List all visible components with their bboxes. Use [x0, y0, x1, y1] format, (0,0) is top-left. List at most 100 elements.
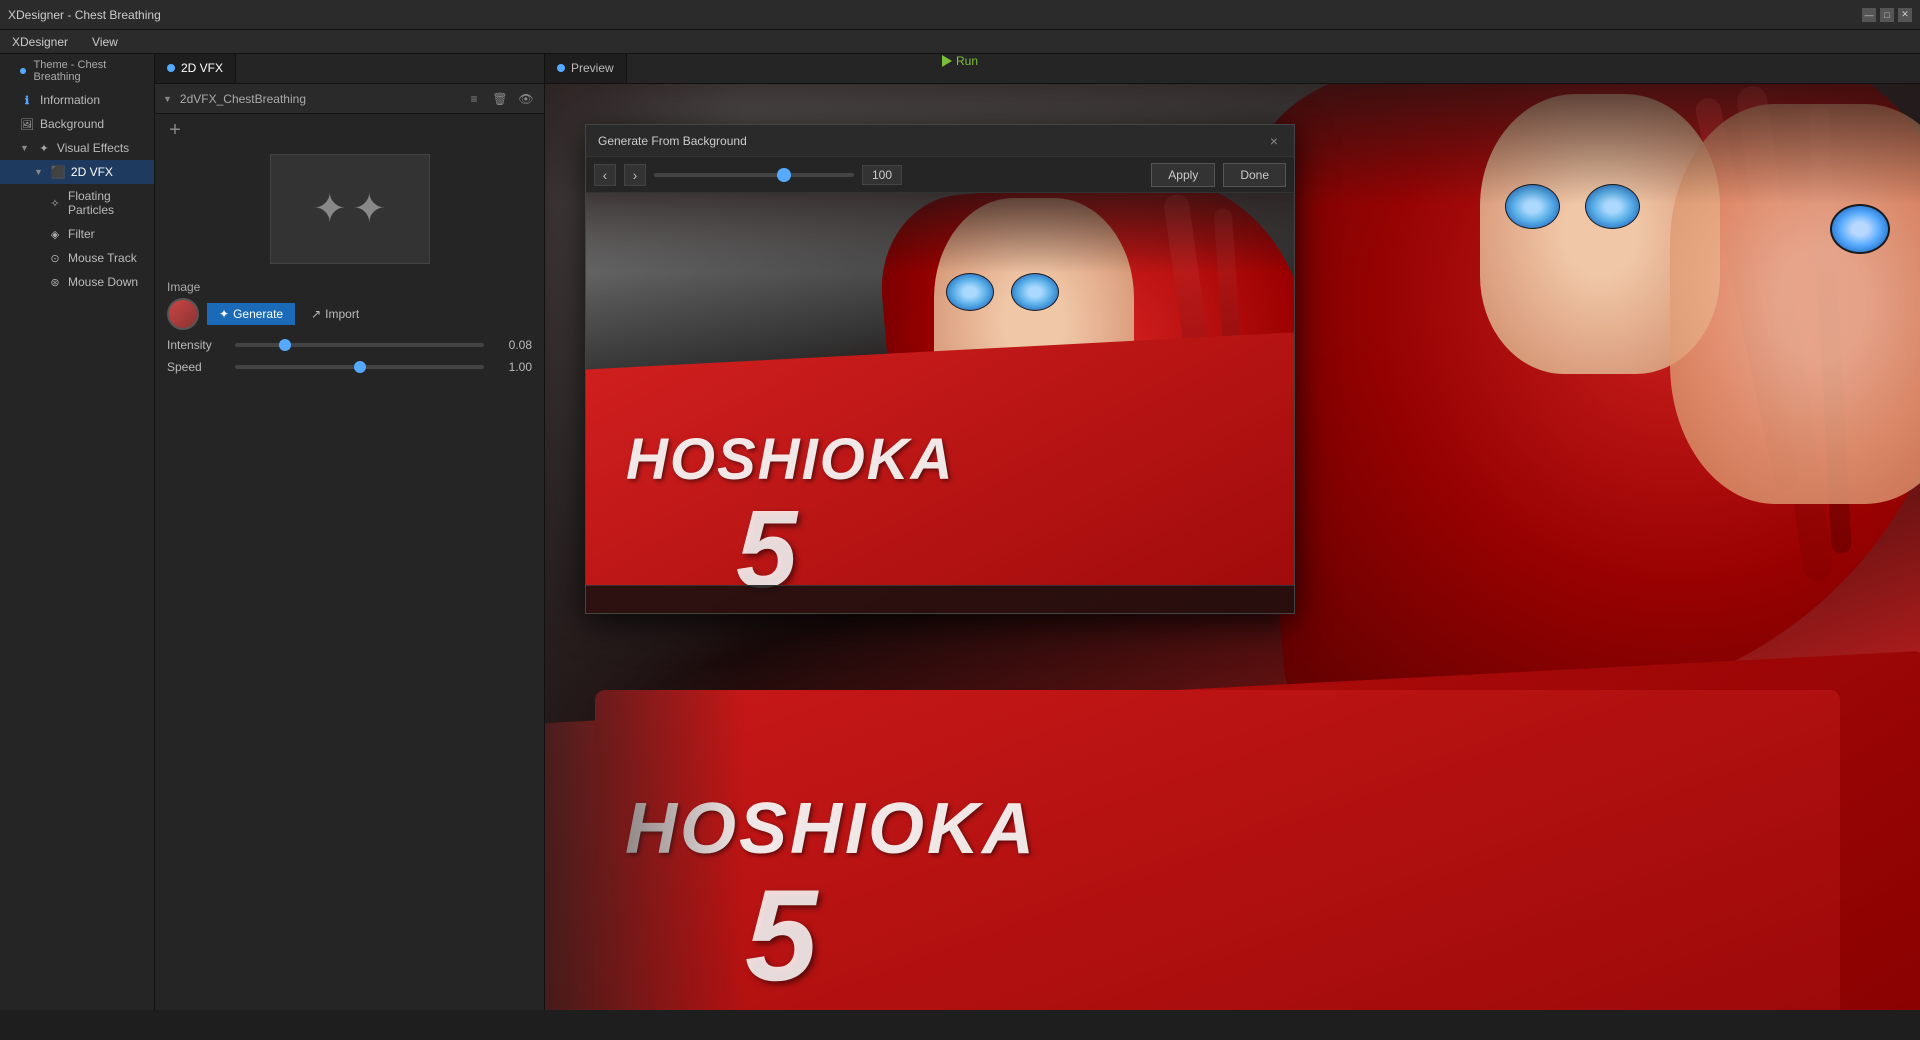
tab-2dvfx[interactable]: 2D VFX: [155, 54, 236, 83]
preview-tabbar: Preview: [545, 54, 1920, 84]
info-icon: ℹ: [20, 93, 34, 107]
preview-tab-icon: [557, 64, 565, 72]
panel-collapse-arrow: ▼: [163, 94, 172, 104]
modal-apply-button[interactable]: Apply: [1151, 163, 1215, 187]
panel-list-icon[interactable]: ≡: [464, 89, 484, 109]
sidebar-item-information[interactable]: ℹ Information: [0, 88, 154, 112]
modal-image-preview: HOSHIOKA 5: [586, 193, 1294, 613]
mousedown-icon: ⊛: [48, 275, 62, 289]
sidebar-item-project[interactable]: Theme - Chest Breathing: [0, 54, 154, 88]
visual-effects-icon: ✦: [37, 141, 51, 155]
modal-title: Generate From Background: [598, 134, 1266, 148]
intensity-row: Intensity 0.08: [167, 338, 532, 352]
modal-bottom-bar: [586, 585, 1294, 613]
star-group: ✦ ✦: [313, 186, 386, 232]
add-button[interactable]: +: [163, 118, 187, 142]
import-button[interactable]: ↗ Import: [303, 303, 367, 325]
tab-preview[interactable]: Preview: [545, 54, 627, 83]
properties-area: Image ✦ Generate ↗ Import Intensity: [155, 272, 544, 382]
particles-icon: ✧: [48, 196, 62, 210]
filter-icon: ◈: [48, 227, 62, 241]
panel-delete-icon[interactable]: 🗑: [490, 89, 510, 109]
win-close[interactable]: ✕: [1898, 8, 1912, 22]
win-minimize[interactable]: —: [1862, 8, 1876, 22]
sidebar-label-filter: Filter: [68, 227, 95, 241]
project-label: Theme - Chest Breathing: [34, 59, 147, 83]
generate-label: Generate: [233, 307, 283, 321]
star-icon-1: ✦: [313, 186, 347, 232]
window-controls: — □ ✕: [1862, 8, 1912, 22]
image-controls: ✦ Generate ↗ Import: [167, 298, 532, 330]
speed-label: Speed: [167, 360, 227, 374]
star-icon-2: ✦: [353, 186, 387, 232]
sidebar-item-mouse-down[interactable]: ⊛ Mouse Down: [0, 270, 154, 294]
speed-value: 1.00: [492, 360, 532, 374]
background-icon: 🖼: [20, 117, 34, 131]
tab-dot: [167, 64, 175, 72]
main-layout: Theme - Chest Breathing ℹ Information 🖼 …: [0, 54, 1920, 1010]
sidebar-item-mouse-track[interactable]: ⊙ Mouse Track: [0, 246, 154, 270]
modal-done-button[interactable]: Done: [1223, 163, 1286, 187]
modal-back-button[interactable]: ‹: [594, 164, 616, 186]
modal-overlay: Generate From Background × ‹ › 100 Apply: [545, 84, 1920, 1010]
intensity-label: Intensity: [167, 338, 227, 352]
run-label: Run: [956, 54, 978, 68]
speed-row: Speed 1.00: [167, 360, 532, 374]
intensity-slider[interactable]: [235, 343, 484, 347]
modal-slider-value[interactable]: 100: [862, 165, 902, 185]
sidebar-item-filter[interactable]: ◈ Filter: [0, 222, 154, 246]
sidebar-item-visual-effects[interactable]: ▼ ✦ Visual Effects: [0, 136, 154, 160]
modal-toolbar: ‹ › 100 Apply Done: [586, 157, 1294, 193]
modal-slider[interactable]: [654, 173, 854, 177]
modal-eye-left: [946, 273, 994, 311]
preview-tab-label: Preview: [571, 61, 614, 75]
modal-top-fade: [586, 193, 1294, 273]
panel-visibility-icon[interactable]: 👁: [516, 89, 536, 109]
menu-view[interactable]: View: [88, 33, 122, 51]
sidebar-label-2dvfx: 2D VFX: [71, 165, 113, 179]
generate-from-bg-dialog: Generate From Background × ‹ › 100 Apply: [585, 124, 1295, 614]
intensity-thumb: [279, 339, 291, 351]
project-dot: [20, 68, 26, 74]
thumbnail-area: ✦ ✦: [155, 146, 544, 272]
avatar: [167, 298, 199, 330]
run-toolbar: Run: [942, 54, 978, 68]
run-icon: [942, 55, 952, 67]
sidebar-label-background: Background: [40, 117, 104, 131]
vfx-thumbnail: ✦ ✦: [270, 154, 430, 264]
sidebar-item-background[interactable]: 🖼 Background: [0, 112, 154, 136]
sidebar-label-information: Information: [40, 93, 100, 107]
win-maximize[interactable]: □: [1880, 8, 1894, 22]
vfx-panel: 2D VFX ▼ 2dVFX_ChestBreathing ≡ 🗑 👁 + ✦ …: [155, 54, 545, 1010]
panel-title: 2dVFX_ChestBreathing: [180, 92, 458, 106]
intensity-value: 0.08: [492, 338, 532, 352]
tab-2dvfx-label: 2D VFX: [181, 61, 223, 75]
sidebar-label-floating-particles: Floating Particles: [68, 189, 146, 217]
modal-jersey-text: HOSHIOKA: [626, 426, 955, 493]
modal-header: Generate From Background ×: [586, 125, 1294, 157]
import-label: Import: [325, 307, 359, 321]
modal-forward-button[interactable]: ›: [624, 164, 646, 186]
generate-icon: ✦: [219, 307, 229, 321]
menubar: XDesigner View Run 💾 📁 ⚙: [0, 30, 1920, 54]
tab-bar: 2D VFX: [155, 54, 544, 84]
sidebar: Theme - Chest Breathing ℹ Information 🖼 …: [0, 54, 155, 1010]
collapse-arrow: ▼: [20, 143, 29, 153]
generate-button[interactable]: ✦ Generate: [207, 303, 295, 325]
titlebar: XDesigner - Chest Breathing — □ ✕: [0, 0, 1920, 30]
sidebar-item-2dvfx[interactable]: ▼ ⬛ 2D VFX: [0, 160, 154, 184]
modal-slider-thumb: [777, 168, 791, 182]
title-text: XDesigner - Chest Breathing: [8, 8, 161, 22]
image-section: Image ✦ Generate ↗ Import: [167, 280, 532, 330]
sidebar-label-visual-effects: Visual Effects: [57, 141, 129, 155]
menu-xdesigner[interactable]: XDesigner: [8, 33, 72, 51]
speed-thumb: [354, 361, 366, 373]
modal-eye-right: [1011, 273, 1059, 311]
run-button[interactable]: Run: [942, 54, 978, 68]
panel-header: ▼ 2dVFX_ChestBreathing ≡ 🗑 👁: [155, 84, 544, 114]
sidebar-item-floating-particles[interactable]: ✧ Floating Particles: [0, 184, 154, 222]
speed-slider[interactable]: [235, 365, 484, 369]
sidebar-label-mouse-down: Mouse Down: [68, 275, 138, 289]
center-panel: Preview: [545, 54, 1920, 1010]
modal-close-button[interactable]: ×: [1266, 133, 1282, 149]
